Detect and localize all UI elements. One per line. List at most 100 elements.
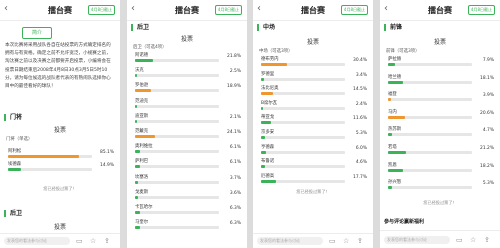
voted-hint: 您已经投过票了！ (43, 186, 77, 191)
option-pct: 3.7% (229, 175, 241, 181)
vote-title: 投票 (53, 127, 66, 134)
option-name[interactable]: 法比尼奥 (261, 85, 279, 91)
option-name[interactable]: 热苏斯 (388, 126, 401, 132)
option-fill (261, 77, 264, 81)
star-icon[interactable]: ☆ (470, 235, 476, 245)
option-name[interactable]: 迪亚斯 (135, 113, 148, 119)
option-name[interactable]: 京多安 (261, 129, 274, 135)
option-name[interactable]: 厄德高 (261, 173, 274, 179)
section-title-defender: 后卫 (131, 24, 149, 31)
option-name[interactable]: 亨德森 (261, 144, 274, 150)
deadline-badge: 4月8日截止 (214, 5, 242, 15)
header: ‹ 擂台赛 4月8日截止 (253, 0, 373, 21)
option-name[interactable]: 凯恩 (388, 162, 397, 168)
option-bar (135, 150, 219, 154)
vote-title: 投票 (180, 36, 193, 43)
option-bar (135, 119, 219, 123)
option-name[interactable]: 布鲁诺 (261, 158, 274, 164)
option-bar (388, 168, 472, 172)
option-bar (388, 151, 472, 154)
option-fill (261, 106, 264, 110)
option-fill (388, 80, 404, 84)
option-pct: 2.1% (229, 114, 241, 120)
option-fill (388, 98, 392, 102)
vote-title: 投票 (53, 224, 66, 231)
option-bar (388, 63, 472, 66)
panel-midfield: ‹ 擂台赛 4月8日截止 中场 投票 中场（可选3项） 德布劳内 30.4% 罗德里… (253, 0, 373, 248)
intro-text: 本次比赛将采用战队各自在站投票的方式确定排名的拥有与有资格。确定之前不允许宽泛，… (5, 43, 111, 90)
comment-icon[interactable]: ▭ (76, 236, 83, 246)
comment-input[interactable]: 发表您的看法参与讨论 (257, 237, 323, 245)
option-fill (135, 150, 141, 154)
option-fill (261, 121, 271, 125)
option-name[interactable]: 蒂亚戈 (261, 114, 274, 120)
header: ‹ 擂台赛 4月8日截止 (380, 0, 500, 21)
option-name[interactable]: 福登 (388, 91, 397, 97)
share-icon[interactable]: ⇪ (484, 235, 490, 245)
option-fill (135, 165, 141, 169)
section-title-goalkeeper: 门将 (4, 114, 22, 121)
comment-icon[interactable]: ▭ (329, 236, 336, 246)
option-bar (261, 179, 345, 183)
option-pct: 5.3% (482, 181, 494, 187)
voted-hint: 您已经投过票了！ (423, 200, 457, 205)
share-icon[interactable]: ⇪ (357, 236, 363, 246)
option-fill (261, 150, 267, 154)
option-name[interactable]: 奥利维拉 (135, 143, 153, 149)
comment-input[interactable]: 发表您的看法参与讨论 (384, 236, 450, 244)
option-name[interactable]: 戈麦斯 (135, 189, 148, 195)
option-pct: 6.3% (229, 206, 241, 211)
option-pct: 2.5% (229, 69, 241, 75)
option-pct: 85.1% (100, 150, 114, 155)
comment-input[interactable]: 发表您的看法参与讨论 (4, 237, 70, 245)
intro-button[interactable]: 简介 (22, 27, 52, 39)
option-name[interactable]: 若塔 (388, 144, 397, 150)
option-fill (261, 92, 274, 96)
option-pct: 6.3% (229, 221, 241, 227)
option-pct: 2.4% (355, 101, 367, 107)
option-name[interactable]: 埃德森 (8, 161, 21, 167)
star-icon[interactable]: ☆ (343, 236, 349, 246)
option-name[interactable]: 阿利松 (8, 148, 21, 154)
option-fill (261, 63, 287, 66)
option-name[interactable]: 罗伯逊 (135, 82, 148, 88)
header: ‹ 擂台赛 4月8日截止 (127, 0, 247, 21)
option-pct: 18.2% (480, 163, 494, 169)
option-name[interactable]: 马内 (388, 109, 397, 115)
panel-goalkeeper: ‹ 擂台赛 4月8日截止 简介 本次比赛将采用战队各自在站投票的方式确定排名的拥… (0, 0, 120, 248)
option-name[interactable]: 马奎尔 (135, 219, 148, 225)
option-name[interactable]: 范戴克 (135, 128, 148, 134)
option-bar (8, 155, 92, 158)
option-name[interactable]: 沃克 (135, 67, 144, 73)
option-bar (388, 133, 472, 137)
star-icon[interactable]: ☆ (90, 236, 96, 246)
option-bar (261, 106, 345, 110)
option-bar (135, 180, 219, 184)
comment-icon[interactable]: ▭ (456, 235, 463, 245)
option-bar (261, 136, 345, 139)
option-name[interactable]: 哈兰德 (388, 74, 401, 80)
option-bar (135, 59, 219, 62)
option-name[interactable]: 孙兴慜 (388, 179, 401, 185)
option-name[interactable]: B席尔瓦 (261, 100, 277, 106)
option-pct: 4.6% (355, 160, 367, 166)
option-pct: 7.9% (482, 58, 494, 63)
option-name[interactable]: 阿诺德 (135, 52, 148, 58)
option-pct: 20.6% (480, 110, 494, 116)
vote-limit: 后卫（可选4项） (133, 45, 167, 50)
option-name[interactable]: 罗德里 (261, 71, 274, 77)
option-fill (388, 186, 393, 190)
option-fill (261, 136, 266, 139)
vote-limit: 前锋（可选3项） (386, 49, 420, 54)
option-name[interactable]: 坎塞洛 (135, 174, 148, 180)
option-name[interactable]: 德布劳内 (261, 56, 279, 62)
option-name[interactable]: 萨利巴 (135, 158, 148, 164)
option-fill (135, 59, 154, 62)
option-name[interactable]: 萨拉赫 (388, 56, 401, 62)
option-fill (388, 168, 404, 172)
option-fill (135, 180, 139, 184)
option-bar (261, 92, 345, 96)
share-icon[interactable]: ⇪ (104, 236, 110, 246)
option-name[interactable]: 范迪克 (135, 98, 148, 104)
option-name[interactable]: 卡瓦哈尔 (135, 204, 153, 210)
